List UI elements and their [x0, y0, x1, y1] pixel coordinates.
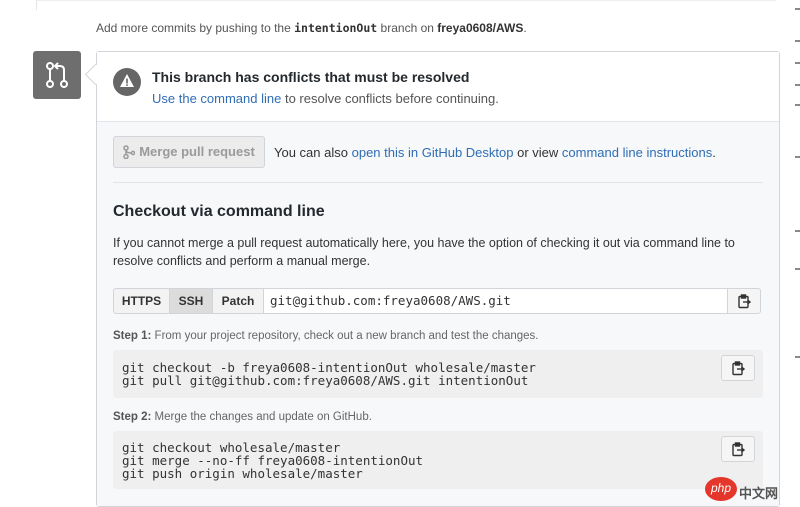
copy-clone-url-button[interactable]: [727, 288, 761, 314]
branch-name: intentionOut: [294, 21, 378, 35]
merge-alternative: You can also open this in GitHub Desktop…: [274, 145, 716, 160]
repo-name: freya0608/AWS: [437, 21, 524, 35]
step-2-commands: git checkout wholesale/master git merge …: [122, 440, 424, 481]
top-divider: [36, 0, 776, 1]
watermark-text: 中文网: [739, 486, 779, 501]
merge-pull-request-button[interactable]: Merge pull request: [113, 136, 265, 168]
conflict-subtitle: Use the command line to resolve conflict…: [152, 91, 499, 106]
clone-url-row: HTTPS SSH Patch git@github.com:freya0608…: [113, 288, 763, 314]
copy-step-1-button[interactable]: [721, 355, 755, 381]
git-pull-request-icon: [33, 51, 81, 99]
clipboard-icon: [732, 361, 745, 376]
copy-step-2-button[interactable]: [721, 436, 755, 462]
https-tab[interactable]: HTTPS: [113, 288, 170, 314]
conflict-title: This branch has conflicts that must be r…: [152, 69, 470, 85]
section-divider: [113, 182, 763, 183]
checkout-description: If you cannot merge a pull request autom…: [113, 236, 735, 268]
clipboard-icon: [732, 442, 745, 457]
clone-url-input[interactable]: git@github.com:freya0608/AWS.git: [263, 288, 728, 314]
push-note: Add more commits by pushing to the inten…: [96, 21, 527, 35]
step-1-code: git checkout -b freya0608-intentionOut w…: [113, 350, 763, 398]
use-command-line-link[interactable]: Use the command line: [152, 91, 281, 106]
step-2-label: Step 2: Merge the changes and update on …: [113, 411, 372, 423]
conflict-header: This branch has conflicts that must be r…: [97, 52, 779, 122]
patch-tab[interactable]: Patch: [212, 288, 264, 314]
step-2-code: git checkout wholesale/master git merge …: [113, 431, 763, 489]
clipboard-icon: [738, 294, 751, 309]
alert-icon: [113, 68, 141, 96]
open-in-desktop-link[interactable]: open this in GitHub Desktop: [352, 145, 514, 160]
timeline-line: [36, 0, 37, 10]
merge-panel: This branch has conflicts that must be r…: [96, 51, 780, 507]
command-line-instructions-link[interactable]: command line instructions: [562, 145, 712, 160]
checkout-title: Checkout via command line: [113, 203, 325, 220]
merge-body: Merge pull request You can also open thi…: [97, 122, 779, 506]
step-1-commands: git checkout -b freya0608-intentionOut w…: [122, 360, 536, 388]
step-1-label: Step 1: From your project repository, ch…: [113, 330, 539, 342]
php-logo: php: [705, 477, 737, 501]
git-merge-icon: [123, 145, 136, 160]
ssh-tab[interactable]: SSH: [169, 288, 213, 314]
